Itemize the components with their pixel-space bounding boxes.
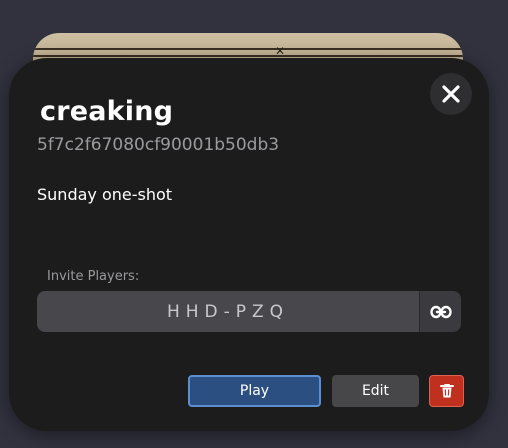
play-button[interactable]: Play	[188, 375, 321, 407]
card-divider	[33, 55, 463, 57]
copy-link-button[interactable]	[419, 291, 461, 332]
invite-code[interactable]: HHD-PZQ	[37, 291, 419, 332]
card-divider	[33, 48, 463, 50]
game-id: 5f7c2f67080cf90001b50db3	[37, 135, 280, 155]
close-button[interactable]	[430, 73, 472, 115]
ornament-icon: ✕	[274, 44, 286, 58]
game-details-modal: creaking 5f7c2f67080cf90001b50db3 Sunday…	[9, 58, 489, 431]
link-icon	[429, 305, 452, 318]
game-title: creaking	[40, 96, 174, 127]
close-icon	[442, 85, 460, 103]
edit-button[interactable]: Edit	[332, 375, 419, 407]
invite-code-row: HHD-PZQ	[37, 291, 461, 332]
delete-button[interactable]	[429, 375, 464, 407]
invite-label: Invite Players:	[47, 269, 140, 284]
trash-icon	[439, 384, 454, 398]
game-description: Sunday one-shot	[37, 185, 173, 204]
